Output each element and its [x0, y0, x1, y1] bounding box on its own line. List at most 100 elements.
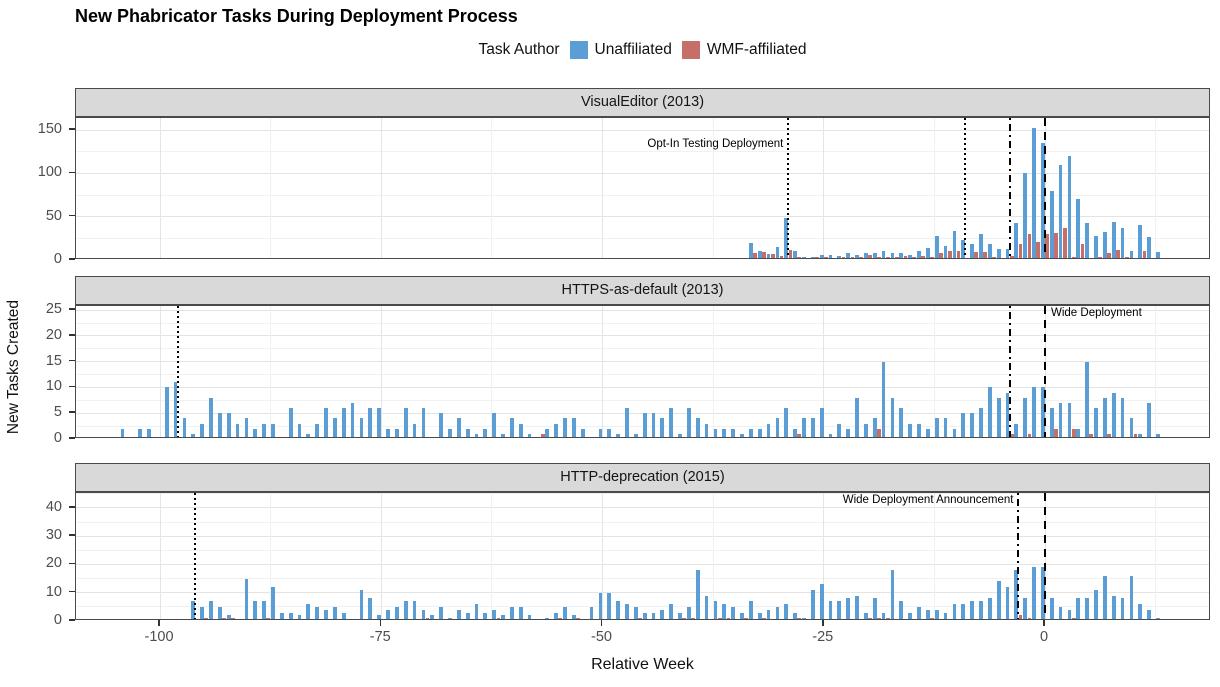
gridline-v-minor: [1155, 306, 1156, 437]
bar-unaffiliated: [563, 418, 567, 438]
bar-unaffiliated: [660, 418, 664, 438]
gridline-v-minor: [270, 306, 271, 437]
x-axis-title: Relative Week: [75, 656, 1210, 674]
y-tick-mark: [69, 534, 75, 536]
bar-unaffiliated: [1085, 362, 1089, 438]
bar-wmf-affiliated: [868, 618, 872, 620]
bar-unaffiliated: [413, 424, 417, 438]
bar-unaffiliated: [413, 601, 417, 620]
bar-unaffiliated: [315, 607, 319, 620]
bar-unaffiliated: [1112, 596, 1116, 620]
bar-unaffiliated: [342, 613, 346, 620]
bar-unaffiliated: [528, 434, 532, 438]
bar-wmf-affiliated: [824, 257, 828, 259]
bar-unaffiliated: [820, 584, 824, 620]
bar-wmf-affiliated: [948, 251, 952, 259]
bar-wmf-affiliated: [1143, 251, 1147, 259]
bar-unaffiliated: [404, 408, 408, 438]
bar-unaffiliated: [236, 424, 240, 438]
bar-wmf-affiliated: [1054, 233, 1058, 259]
bar-unaffiliated: [607, 429, 611, 438]
bar-wmf-affiliated: [541, 434, 545, 438]
bar-unaffiliated: [696, 418, 700, 438]
bar-unaffiliated: [1112, 393, 1116, 438]
bar-unaffiliated: [908, 613, 912, 620]
bar-wmf-affiliated: [806, 258, 810, 259]
bar-unaffiliated: [404, 601, 408, 620]
bar-unaffiliated: [590, 607, 594, 620]
bar-wmf-affiliated: [1125, 257, 1129, 259]
event-annotation: Wide Deployment Announcement: [713, 494, 1013, 506]
bar-wmf-affiliated: [833, 258, 837, 259]
y-tick-mark: [69, 334, 75, 336]
bar-wmf-affiliated: [1116, 250, 1120, 259]
bar-unaffiliated: [970, 413, 974, 438]
event-annotation: Opt-In Testing Deployment: [483, 138, 783, 150]
bar-unaffiliated: [492, 413, 496, 438]
bar-wmf-affiliated: [497, 618, 501, 620]
bar-unaffiliated: [979, 601, 983, 620]
bar-unaffiliated: [917, 424, 921, 438]
bar-wmf-affiliated: [638, 618, 642, 620]
bar-unaffiliated: [855, 398, 859, 438]
bar-wmf-affiliated: [797, 257, 801, 259]
bar-unaffiliated: [837, 424, 841, 438]
bar-unaffiliated: [599, 429, 603, 438]
bar-unaffiliated: [138, 429, 142, 438]
gridline-v-minor: [934, 493, 935, 619]
bar-unaffiliated: [749, 601, 753, 620]
legend: Task Author Unaffiliated WMF-affiliated: [75, 36, 1210, 64]
x-tick-label: -25: [793, 629, 853, 645]
y-tick-label: 25: [0, 301, 62, 317]
bar-unaffiliated: [1076, 429, 1080, 438]
bar-wmf-affiliated: [912, 257, 916, 259]
bar-wmf-affiliated: [1089, 258, 1093, 259]
legend-entry-unaffiliated: Unaffiliated: [570, 41, 672, 59]
bar-unaffiliated: [121, 429, 125, 438]
bar-unaffiliated: [1023, 598, 1027, 620]
bar-wmf-affiliated: [1098, 257, 1102, 259]
y-tick-label: 50: [0, 208, 62, 224]
bar-unaffiliated: [422, 408, 426, 438]
bar-unaffiliated: [1147, 610, 1151, 620]
x-tick-label: -100: [129, 629, 189, 645]
bar-wmf-affiliated: [1028, 618, 1032, 620]
bar-wmf-affiliated: [1107, 253, 1111, 259]
gridline-v-minor: [1155, 118, 1156, 258]
plot-area-https-default: Wide Deployment: [75, 305, 1210, 438]
bar-unaffiliated: [501, 615, 505, 620]
facet-strip-visualeditor: VisualEditor (2013): [75, 88, 1210, 117]
bar-unaffiliated: [643, 413, 647, 438]
bar-unaffiliated: [767, 424, 771, 438]
gridline-h-minor: [76, 550, 1209, 551]
gridline-h-minor: [76, 195, 1209, 196]
bar-unaffiliated: [767, 610, 771, 620]
bar-unaffiliated: [271, 587, 275, 620]
bar-unaffiliated: [660, 610, 664, 620]
bar-wmf-affiliated: [1028, 234, 1032, 259]
bar-unaffiliated: [1130, 251, 1134, 259]
event-vline-dashed: [1044, 493, 1046, 619]
gridline-h-major: [76, 507, 1209, 508]
plot-area-http-deprecation: Wide Deployment Announcement: [75, 492, 1210, 620]
bar-wmf-affiliated: [797, 618, 801, 620]
bar-wmf-affiliated: [930, 257, 934, 259]
gridline-v-minor: [1155, 493, 1156, 619]
bar-unaffiliated: [448, 429, 452, 438]
bar-wmf-affiliated: [877, 257, 881, 259]
bar-unaffiliated: [386, 429, 390, 438]
bar-unaffiliated: [669, 408, 673, 438]
bar-unaffiliated: [306, 434, 310, 438]
bar-wmf-affiliated: [983, 252, 987, 259]
x-tick-mark: [158, 620, 160, 626]
bar-unaffiliated: [634, 434, 638, 438]
gridline-v-major: [823, 118, 824, 258]
bar-unaffiliated: [1156, 434, 1160, 438]
bar-unaffiliated: [935, 418, 939, 438]
bar-unaffiliated: [829, 601, 833, 620]
bar-wmf-affiliated: [1107, 434, 1111, 438]
legend-title: Task Author: [479, 41, 560, 59]
legend-swatch-unaffiliated: [570, 41, 588, 59]
event-vline-dotdash: [1017, 493, 1019, 619]
event-annotation: Wide Deployment: [1051, 307, 1210, 319]
